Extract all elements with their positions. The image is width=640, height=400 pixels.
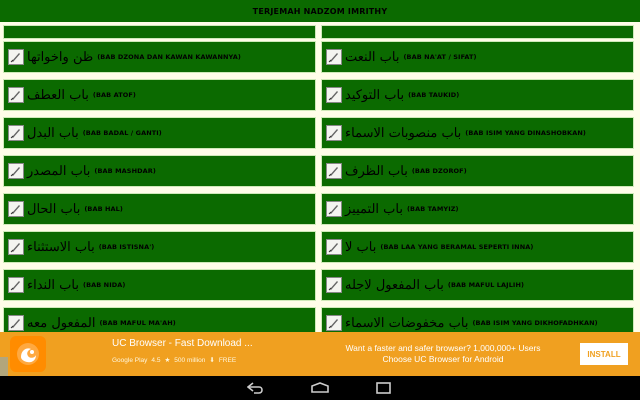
quill-scroll-icon bbox=[8, 201, 24, 217]
list-item[interactable]: باب لا (BAB LAA YANG BERAMAL SEPERTI INN… bbox=[321, 231, 634, 263]
ad-rating: 4.5 bbox=[151, 356, 161, 364]
item-label: (BAB HAL) bbox=[84, 205, 123, 213]
item-arabic: باب المصدر bbox=[27, 163, 91, 179]
back-icon[interactable] bbox=[244, 380, 268, 396]
list-item[interactable]: المفعول معه (BAB MAFUL MA'AH) bbox=[3, 307, 316, 332]
install-button[interactable]: INSTALL bbox=[580, 343, 628, 365]
quill-scroll-icon bbox=[326, 125, 342, 141]
ad-choices-icon[interactable] bbox=[0, 357, 8, 376]
item-label: (BAB ISTISNA') bbox=[98, 243, 155, 251]
item-arabic: باب الظرف bbox=[345, 163, 408, 179]
item-label: (BAB TAUKID) bbox=[408, 91, 460, 99]
ad-downloads: 500 million bbox=[174, 356, 206, 364]
ad-price: FREE bbox=[218, 356, 237, 364]
item-arabic: باب النداء bbox=[27, 277, 79, 293]
item-label: (BAB MAFUL LAJLIH) bbox=[447, 281, 525, 289]
recent-apps-icon[interactable] bbox=[372, 380, 396, 396]
quill-scroll-icon bbox=[8, 315, 24, 331]
quill-scroll-icon bbox=[8, 49, 24, 65]
quill-scroll-icon bbox=[326, 87, 342, 103]
item-arabic: باب التمييز bbox=[345, 201, 403, 217]
item-arabic: باب المفعول لاجله bbox=[345, 277, 444, 293]
item-label: (BAB MAFUL MA'AH) bbox=[99, 319, 176, 327]
quill-scroll-icon bbox=[326, 315, 342, 331]
star-icon: ★ bbox=[164, 357, 171, 364]
list-item[interactable]: باب العطف (BAB ATOF) bbox=[3, 79, 316, 111]
item-label: (BAB LAA YANG BERAMAL SEPERTI INNA) bbox=[380, 243, 534, 251]
uc-browser-icon[interactable] bbox=[10, 336, 46, 372]
item-label: (BAB NA'AT / SIFAT) bbox=[403, 53, 477, 61]
item-arabic: باب لا bbox=[345, 239, 377, 255]
item-arabic: ظن واخواتها bbox=[27, 49, 94, 65]
item-arabic: باب الاستثناء bbox=[27, 239, 95, 255]
ad-meta: Google Play 4.5 ★ 500 million ⬇ FREE bbox=[112, 356, 237, 365]
list-item[interactable]: باب النداء (BAB NIDA) bbox=[3, 269, 316, 301]
list-item[interactable]: باب الظرف (BAB DZOROF) bbox=[321, 155, 634, 187]
item-label: (BAB ISIM YANG DIKHOFADHKAN) bbox=[472, 319, 598, 327]
item-arabic: باب مخفوضات الاسماء bbox=[345, 315, 469, 331]
list-item[interactable]: ظن واخواتها (BAB DZONA DAN KAWAN KAWANNY… bbox=[3, 41, 316, 73]
quill-scroll-icon bbox=[326, 239, 342, 255]
item-label: (BAB BADAL / GANTI) bbox=[82, 129, 162, 137]
quill-scroll-icon bbox=[8, 87, 24, 103]
item-arabic: المفعول معه bbox=[27, 315, 96, 331]
system-nav-bar bbox=[0, 376, 640, 400]
app-title: TERJEMAH NADZOM IMRITHY bbox=[0, 0, 640, 22]
list-item[interactable]: باب مخفوضات الاسماء (BAB ISIM YANG DIKHO… bbox=[321, 307, 634, 332]
quill-scroll-icon bbox=[8, 239, 24, 255]
item-label: (BAB ATOF) bbox=[92, 91, 136, 99]
list-item[interactable]: باب منصوبات الاسماء (BAB ISIM YANG DINAS… bbox=[321, 117, 634, 149]
chapter-grid: ظن واخواتها (BAB DZONA DAN KAWAN KAWANNY… bbox=[0, 22, 640, 332]
quill-scroll-icon bbox=[326, 163, 342, 179]
list-item[interactable]: باب الاستثناء (BAB ISTISNA') bbox=[3, 231, 316, 263]
quill-scroll-icon bbox=[8, 163, 24, 179]
list-item[interactable]: باب التمييز (BAB TAMYIZ) bbox=[321, 193, 634, 225]
ad-store: Google Play bbox=[112, 356, 148, 364]
download-icon: ⬇ bbox=[209, 357, 215, 364]
quill-scroll-icon bbox=[326, 277, 342, 293]
list-item[interactable]: باب النعت (BAB NA'AT / SIFAT) bbox=[321, 41, 634, 73]
quill-scroll-icon bbox=[8, 277, 24, 293]
item-label: (BAB NIDA) bbox=[83, 281, 126, 289]
list-item[interactable]: باب المفعول لاجله (BAB MAFUL LAJLIH) bbox=[321, 269, 634, 301]
list-item[interactable]: باب التوكيد (BAB TAUKID) bbox=[321, 79, 634, 111]
item-label: (BAB TAMYIZ) bbox=[406, 205, 459, 213]
list-item[interactable]: باب الحال (BAB HAL) bbox=[3, 193, 316, 225]
item-arabic: باب العطف bbox=[27, 87, 89, 103]
list-item[interactable] bbox=[3, 25, 316, 39]
item-label: (BAB ISIM YANG DINASHOBKAN) bbox=[465, 129, 586, 137]
home-icon[interactable] bbox=[308, 380, 332, 396]
quill-scroll-icon bbox=[8, 125, 24, 141]
app-screen: TERJEMAH NADZOM IMRITHY ظن واخواتها (BAB… bbox=[0, 0, 640, 332]
item-arabic: باب الحال bbox=[27, 201, 81, 217]
quill-scroll-icon bbox=[326, 201, 342, 217]
list-item[interactable]: باب المصدر (BAB MASHDAR) bbox=[3, 155, 316, 187]
item-arabic: باب التوكيد bbox=[345, 87, 405, 103]
ad-title[interactable]: UC Browser - Fast Download ... bbox=[112, 338, 253, 349]
list-item[interactable] bbox=[321, 25, 634, 39]
ad-banner[interactable]: UC Browser - Fast Download ... Google Pl… bbox=[0, 332, 640, 376]
item-label: (BAB DZOROF) bbox=[411, 167, 467, 175]
item-arabic: باب النعت bbox=[345, 49, 400, 65]
item-arabic: باب منصوبات الاسماء bbox=[345, 125, 462, 141]
list-item[interactable]: باب البدل (BAB BADAL / GANTI) bbox=[3, 117, 316, 149]
item-arabic: باب البدل bbox=[27, 125, 79, 141]
item-label: (BAB DZONA DAN KAWAN KAWANNYA) bbox=[97, 53, 241, 61]
ad-message: Want a faster and safer browser? 1,000,0… bbox=[345, 343, 541, 364]
quill-scroll-icon bbox=[326, 49, 342, 65]
item-label: (BAB MASHDAR) bbox=[94, 167, 156, 175]
